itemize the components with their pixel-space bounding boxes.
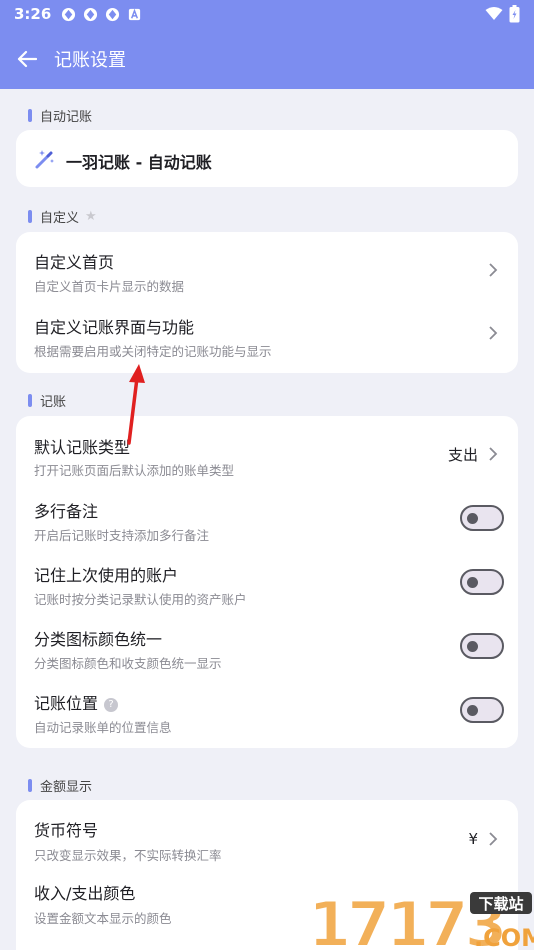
section-title: 金额显示 (40, 780, 93, 795)
section-accent-bar (28, 394, 32, 407)
annotation-arrow (127, 364, 145, 445)
help-icon[interactable]: ? (104, 697, 119, 712)
item-title: 多行备注 (34, 502, 99, 521)
status-bar: 3:26 (0, 0, 534, 28)
page-title: 记账设置 (54, 49, 126, 71)
item-title: 自定义首页 (34, 253, 115, 272)
section-title: 自动记账 (40, 110, 93, 125)
item-title: 记账位置 (34, 694, 99, 713)
back-button[interactable] (14, 46, 40, 72)
toggle-knob (467, 577, 478, 588)
unify-icon-color-item: 分类图标颜色统一 分类图标颜色和收支颜色统一显示 (16, 614, 518, 678)
item-subtitle: 自动记录账单的位置信息 (34, 720, 172, 735)
app-notification-icon (129, 8, 141, 20)
notification-icon (84, 7, 98, 21)
auto-bookkeeping-title: 一羽记账 - 自动记账 (66, 153, 212, 172)
wifi-icon (485, 7, 503, 20)
chevron-right-icon (489, 447, 498, 461)
section-title: 自定义 (40, 211, 80, 226)
toggle-knob (467, 641, 478, 652)
watermark-domain: .COM (474, 924, 534, 950)
currency-symbol-value: ¥ (468, 830, 478, 848)
chevron-right-icon (489, 832, 498, 846)
section-header-bookkeeping: 记账 (28, 391, 66, 410)
item-subtitle: 自定义首页卡片显示的数据 (34, 279, 185, 294)
remember-account-toggle[interactable] (460, 569, 504, 595)
toggle-knob (467, 705, 478, 716)
item-title-wrap: 记账位置? (34, 690, 119, 714)
auto-bookkeeping-card[interactable]: 一羽记账 - 自动记账 (16, 130, 518, 187)
custom-homepage-item[interactable]: 自定义首页 自定义首页卡片显示的数据 (16, 232, 518, 296)
section-accent-bar (28, 210, 32, 223)
default-type-item[interactable]: 默认记账类型 打开记账页面后默认添加的账单类型 支出 (16, 416, 518, 486)
status-time: 3:26 (14, 5, 52, 23)
location-item: 记账位置? 自动记录账单的位置信息 (16, 678, 518, 748)
remember-account-item: 记住上次使用的账户 记账时按分类记录默认使用的资产账户 (16, 550, 518, 614)
custom-bookkeeping-ui-item[interactable]: 自定义记账界面与功能 根据需要启用或关闭特定的记账功能与显示 (16, 296, 518, 373)
chevron-right-icon (489, 263, 498, 277)
item-title: 货币符号 (34, 821, 99, 840)
section-title: 记账 (40, 395, 67, 410)
notification-icon (62, 7, 76, 21)
chevron-right-icon (489, 326, 498, 340)
app-bar: 记账设置 (0, 28, 534, 89)
watermark-logo: 17173 下载站 .COM (307, 887, 534, 950)
notification-icon (106, 7, 120, 21)
item-title: 分类图标颜色统一 (34, 630, 163, 649)
toggle-knob (467, 513, 478, 524)
multiline-note-toggle[interactable] (460, 505, 504, 531)
item-title: 收入/支出颜色 (34, 884, 136, 903)
item-subtitle: 设置金额文本显示的颜色 (34, 911, 172, 926)
section-header-amount: 金额显示 (28, 776, 92, 795)
arrow-left-icon (17, 50, 37, 67)
section-accent-bar (28, 109, 32, 122)
battery-icon (509, 5, 520, 23)
item-subtitle: 只改变显示效果，不实际转换汇率 (34, 848, 222, 863)
item-title: 自定义记账界面与功能 (34, 318, 195, 337)
multiline-note-item: 多行备注 开启后记账时支持添加多行备注 (16, 486, 518, 550)
item-title: 记住上次使用的账户 (34, 566, 179, 585)
item-subtitle: 打开记账页面后默认添加的账单类型 (34, 463, 235, 478)
custom-card: 自定义首页 自定义首页卡片显示的数据 自定义记账界面与功能 根据需要启用或关闭特… (16, 232, 518, 373)
section-accent-bar (28, 779, 32, 792)
star-icon: ★ (85, 209, 97, 224)
location-toggle[interactable] (460, 697, 504, 723)
default-type-value: 支出 (447, 446, 478, 464)
currency-symbol-item[interactable]: 货币符号 只改变显示效果，不实际转换汇率 ¥ (16, 800, 518, 866)
item-subtitle: 分类图标颜色和收支颜色统一显示 (34, 656, 222, 671)
item-subtitle: 开启后记账时支持添加多行备注 (34, 528, 210, 543)
unify-icon-color-toggle[interactable] (460, 633, 504, 659)
section-header-auto: 自动记账 (28, 106, 92, 125)
section-header-custom: 自定义 ★ (28, 207, 97, 226)
magic-wand-icon (35, 150, 54, 169)
bookkeeping-card: 默认记账类型 打开记账页面后默认添加的账单类型 支出 多行备注 开启后记账时支持… (16, 416, 518, 748)
watermark-badge: 下载站 (478, 895, 523, 913)
item-subtitle: 记账时按分类记录默认使用的资产账户 (34, 592, 247, 607)
